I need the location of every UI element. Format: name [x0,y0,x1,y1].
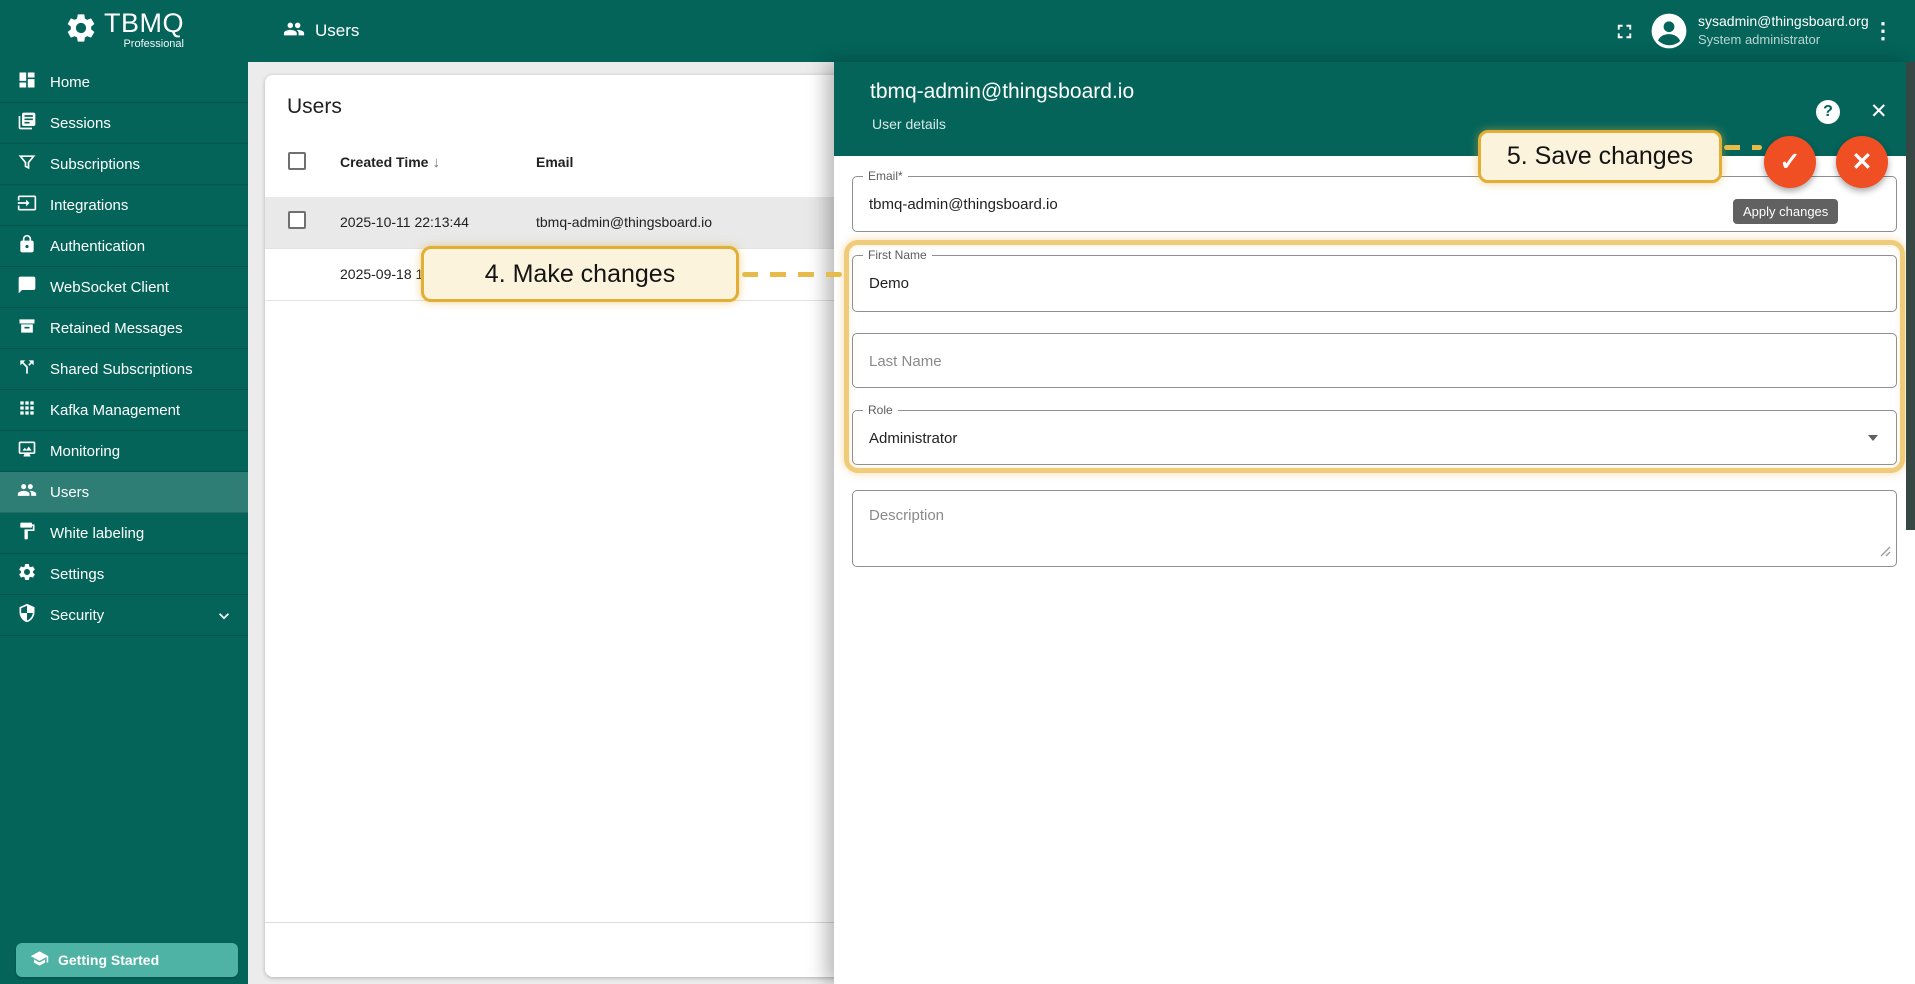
tutorial-step-4-connector [742,272,842,277]
role-select[interactable]: Role Administrator [852,410,1897,465]
more-menu-icon[interactable]: ⋮ [1872,0,1894,62]
shield-icon [17,603,37,628]
first-name-field-value: Demo [869,275,909,292]
description-textarea[interactable]: Description [852,490,1897,567]
integrations-icon [17,193,37,218]
people-icon [17,480,37,505]
gear-icon [17,562,37,587]
sidebar-item-integrations[interactable]: Integrations [0,185,248,226]
chat-icon [17,275,37,300]
tbmq-logo[interactable]: TBMQ Professional [64,10,184,50]
email-field-value: tbmq-admin@thingsboard.io [869,196,1058,213]
account-role: System administrator [1698,31,1869,49]
last-name-field[interactable]: Last Name [852,333,1897,388]
cell-email: tbmq-admin@thingsboard.io [536,214,712,230]
resize-handle-icon[interactable] [1880,544,1891,562]
first-name-field-label: First Name [863,248,932,262]
sidebar-item-white-labeling[interactable]: White labeling [0,513,248,554]
sort-desc-icon: ↓ [432,154,440,171]
drawer-header: tbmq-admin@thingsboard.io User details ?… [834,62,1915,156]
role-select-value: Administrator [869,430,957,447]
top-bar: TBMQ Professional Users sysadmin@thingsb… [0,0,1915,62]
apply-check-icon: ✓ [1780,147,1801,177]
apply-changes-tooltip: Apply changes [1733,199,1838,224]
drawer-subtitle: User details [872,116,946,132]
lock-icon [17,234,37,259]
sidebar-item-monitoring[interactable]: Monitoring [0,431,248,472]
drawer-title: tbmq-admin@thingsboard.io [870,80,1134,104]
row-checkbox[interactable] [288,211,306,229]
sidebar-nav: Home Sessions Subscriptions Integrations… [0,62,248,984]
paint-icon [17,521,37,546]
page-title-label: Users [315,21,359,41]
sidebar-item-shared-subscriptions[interactable]: Shared Subscriptions [0,349,248,390]
tutorial-step-5-callout: 5. Save changes [1478,130,1722,183]
sidebar-item-kafka-management[interactable]: Kafka Management [0,390,248,431]
sidebar-item-retained-messages[interactable]: Retained Messages [0,308,248,349]
sidebar-item-sessions[interactable]: Sessions [0,103,248,144]
avatar[interactable] [1650,0,1688,62]
cancel-x-icon: ✕ [1852,147,1873,177]
role-select-label: Role [863,403,898,417]
getting-started-button[interactable]: Getting Started [16,943,238,977]
dropdown-arrow-icon [1868,435,1878,441]
sidebar-item-subscriptions[interactable]: Subscriptions [0,144,248,185]
close-icon[interactable]: ✕ [1870,99,1888,124]
tutorial-step-4-callout: 4. Make changes [421,246,739,302]
sessions-icon [17,111,37,136]
sidebar-item-authentication[interactable]: Authentication [0,226,248,267]
tbmq-gear-logo-icon [64,11,98,50]
account-info[interactable]: sysadmin@thingsboard.org System administ… [1698,12,1869,48]
breadcrumb-page-title: Users [283,0,359,62]
sidebar-item-home[interactable]: Home [0,62,248,103]
call-split-icon [17,357,37,382]
dashboard-icon [17,70,37,95]
first-name-field[interactable]: First Name Demo [852,255,1897,312]
grid-icon [17,398,37,423]
logo-title: TBMQ [104,10,184,37]
archive-icon [17,316,37,341]
column-header-email[interactable]: Email [536,154,573,170]
sidebar-item-websocket-client[interactable]: WebSocket Client [0,267,248,308]
logo-subtitle: Professional [123,39,184,50]
monitor-icon [17,439,37,464]
tutorial-step-5-connector [1724,145,1762,150]
sidebar-item-users[interactable]: Users [0,472,248,513]
last-name-field-placeholder: Last Name [869,353,942,370]
tbmq-app-window: TBMQ Professional Users sysadmin@thingsb… [0,0,1915,984]
email-field-label: Email* [863,169,908,183]
school-icon [30,949,49,971]
sidebar-item-settings[interactable]: Settings [0,554,248,595]
drawer-scrollbar[interactable] [1906,62,1915,530]
select-all-checkbox[interactable] [288,152,306,170]
getting-started-label: Getting Started [58,952,159,968]
people-icon [283,18,305,45]
account-email: sysadmin@thingsboard.org [1698,12,1869,31]
sidebar-item-security[interactable]: Security [0,595,248,636]
fullscreen-icon[interactable] [1613,0,1636,62]
cell-created-time: 2025-09-18 12 [340,266,431,282]
chevron-down-icon [214,606,234,631]
apply-changes-button[interactable]: ✓ [1764,136,1816,188]
cell-created-time: 2025-10-11 22:13:44 [340,214,469,230]
table-title: Users [287,95,342,119]
cancel-changes-button[interactable]: ✕ [1836,136,1888,188]
description-placeholder: Description [869,507,944,524]
help-icon[interactable]: ? [1816,100,1840,124]
column-header-created-time[interactable]: Created Time↓ [340,154,440,171]
filter-icon [17,152,37,177]
